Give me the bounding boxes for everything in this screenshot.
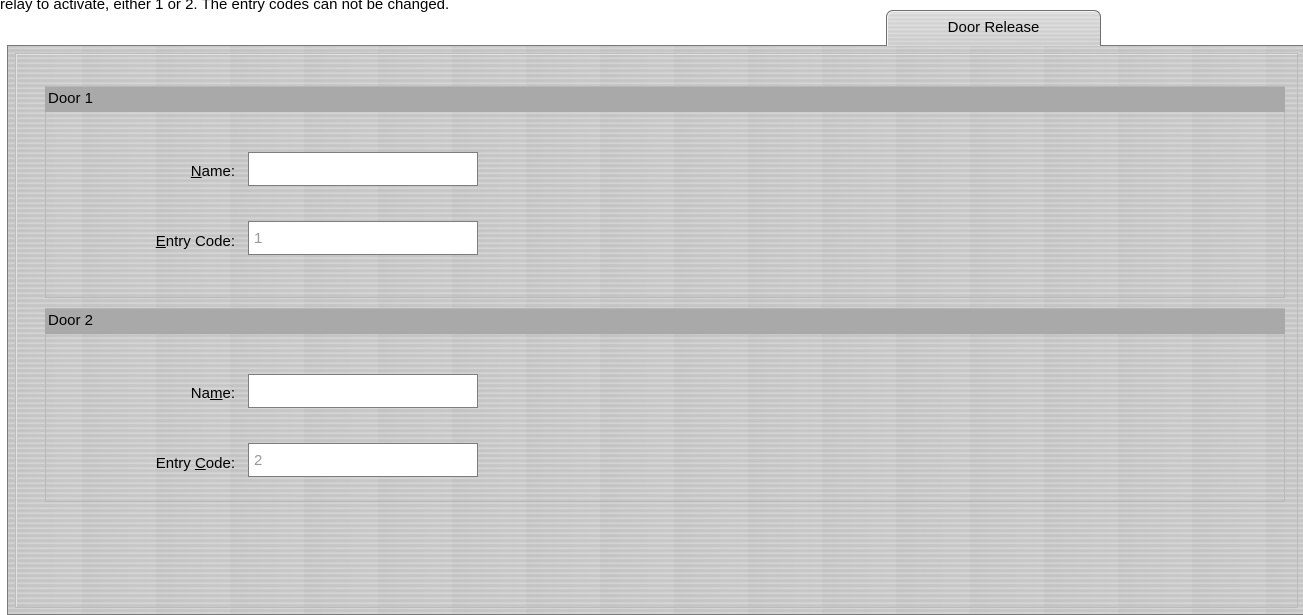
- door2-group-body: [45, 334, 1285, 502]
- door1-group-body: [45, 112, 1285, 298]
- door1-name-label: Name:: [190, 163, 235, 180]
- tab-door-release[interactable]: Door Release: [886, 10, 1101, 46]
- door1-name-field[interactable]: [248, 152, 478, 186]
- door1-group-header: Door 1: [45, 86, 1285, 112]
- intro-text: relay to activate, either 1 or 2. The en…: [0, 0, 450, 13]
- door2-name-field[interactable]: [248, 374, 478, 408]
- door1-entry-code-field[interactable]: [248, 221, 478, 255]
- door-release-panel: Door 1 Name: Entry Code: Door 2 Name: En…: [7, 45, 1303, 615]
- door2-group-header: Door 2: [45, 308, 1285, 334]
- door2-entry-code-label: Entry Code:: [155, 455, 235, 472]
- door2-entry-code-field[interactable]: [248, 443, 478, 477]
- door2-name-label: Name:: [190, 385, 235, 402]
- door1-entry-code-label: Entry Code:: [155, 233, 235, 250]
